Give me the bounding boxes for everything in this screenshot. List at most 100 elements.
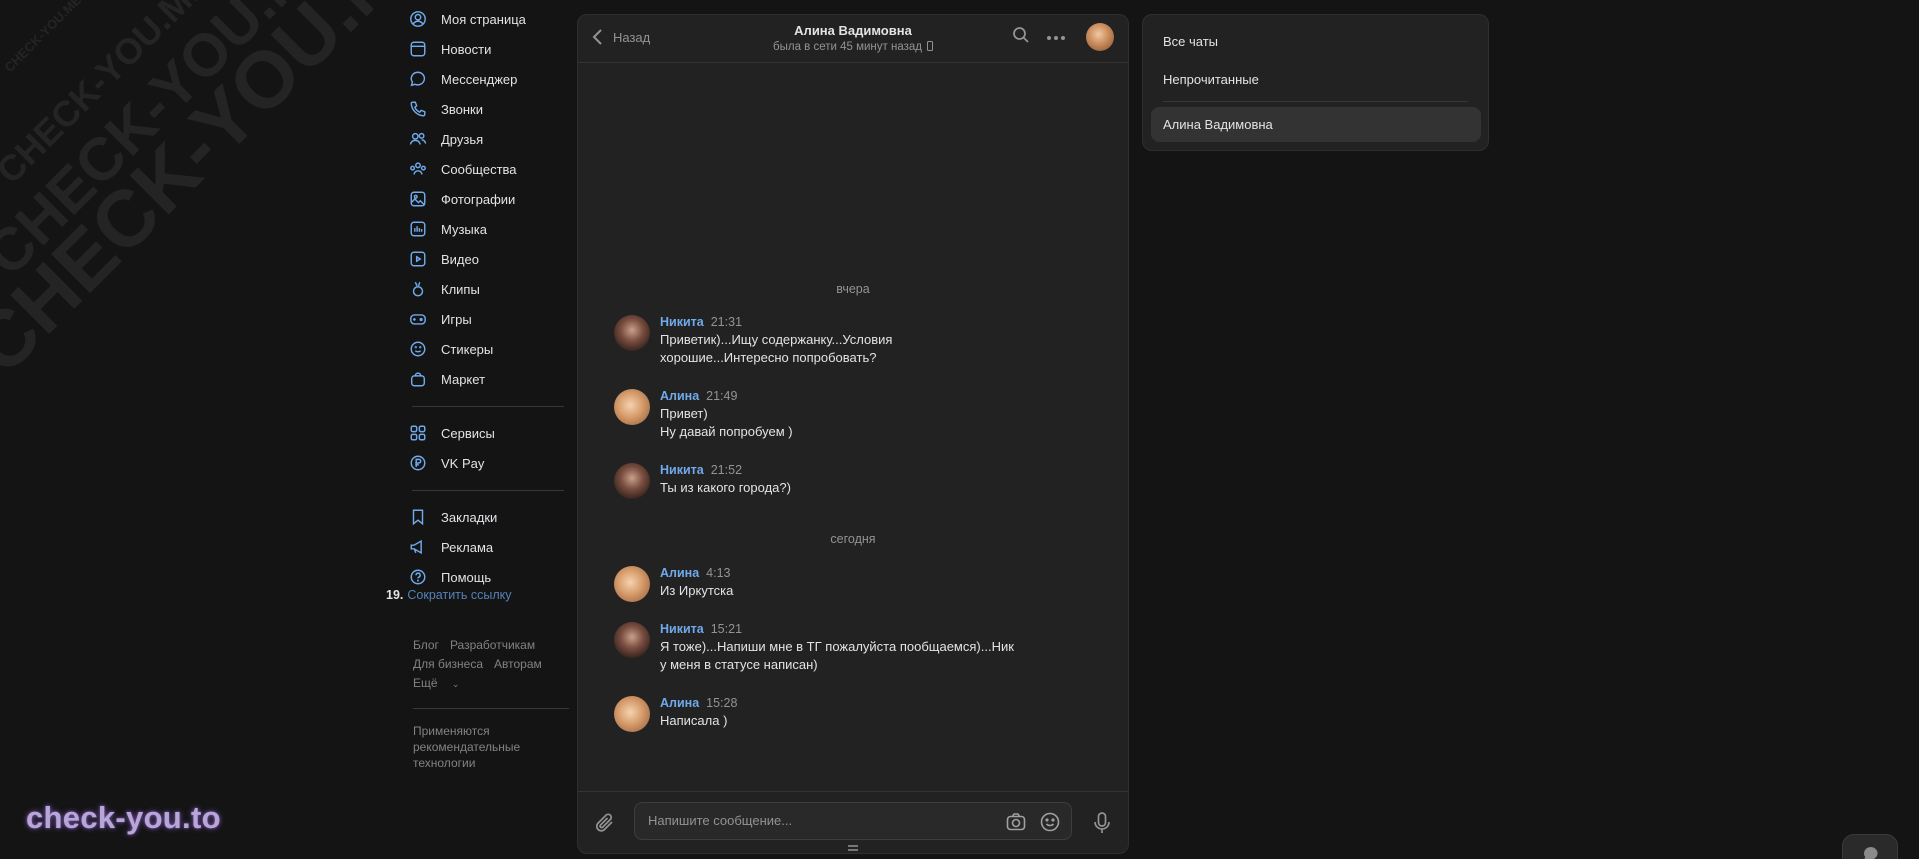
avatar[interactable] (614, 463, 650, 499)
friends-icon (408, 129, 428, 149)
message-time: 21:52 (710, 463, 743, 477)
sidebar-item-stickers[interactable]: Стикеры (408, 334, 568, 364)
avatar[interactable] (614, 622, 650, 658)
message-author[interactable]: Алина (660, 389, 699, 403)
avatar[interactable] (614, 315, 650, 351)
watermark-text: CHECK-YOU.ME (0, 0, 217, 192)
folder-current-chat[interactable]: Алина Вадимовна (1163, 117, 1273, 132)
sidebar-item-music[interactable]: Музыка (408, 214, 568, 244)
avatar[interactable] (614, 696, 650, 732)
footer-link-business[interactable]: Для бизнеса (413, 657, 483, 671)
sidebar-item-label: Моя страница (441, 11, 526, 27)
sidebar-item-communities[interactable]: Сообщества (408, 154, 568, 184)
more-icon[interactable] (1046, 28, 1066, 46)
message-text: Написала ) (660, 713, 728, 728)
day-separator: вчера (836, 282, 870, 296)
watermark-brand: check-you.to (26, 800, 221, 835)
message-author[interactable]: Никита (660, 463, 704, 477)
divider (413, 708, 569, 709)
message-input-box (634, 802, 1072, 840)
footer-more-label: Ещё (413, 676, 438, 690)
footer-link-more[interactable]: Ещё ⌄ (413, 676, 470, 690)
camera-icon[interactable] (1005, 811, 1027, 838)
left-sidebar: Моя страница Новости Мессенджер Звонки Д… (408, 4, 568, 592)
sidebar-item-messenger[interactable]: Мессенджер (408, 64, 568, 94)
sidebar-item-video[interactable]: Видео (408, 244, 568, 274)
sidebar-item-vkpay[interactable]: VK Pay (408, 448, 568, 478)
folder-all-chats[interactable]: Все чаты (1163, 34, 1218, 49)
sidebar-item-calls[interactable]: Звонки (408, 94, 568, 124)
sidebar-item-label: Маркет (441, 371, 486, 387)
message-item: Никита 21:31 Приветик)...Ищу содержанку..… (614, 315, 1020, 367)
footer-link-developers[interactable]: Разработчикам (450, 638, 535, 652)
sidebar-item-services[interactable]: Сервисы (408, 418, 568, 448)
vkpay-icon (408, 453, 428, 473)
sidebar-item-label: VK Pay (441, 455, 485, 471)
footer-link-authors[interactable]: Авторам (494, 657, 542, 671)
message-author[interactable]: Никита (660, 315, 704, 329)
emoji-icon[interactable] (1039, 811, 1061, 838)
footer-link-blog[interactable]: Блог (413, 638, 439, 652)
avatar[interactable] (614, 389, 650, 425)
short-link-link[interactable]: Сократить ссылку (407, 588, 511, 602)
sidebar-item-news[interactable]: Новости (408, 34, 568, 64)
sidebar-item-my-page[interactable]: Моя страница (408, 4, 568, 34)
avatar[interactable] (614, 566, 650, 602)
sidebar-item-label: Музыка (441, 221, 487, 237)
message-item: Никита 15:21 Я тоже)...Напиши мне в ТГ по… (614, 622, 1020, 674)
sidebar-item-label: Стикеры (441, 341, 494, 357)
search-icon[interactable] (1012, 26, 1030, 49)
sidebar-item-friends[interactable]: Друзья (408, 124, 568, 154)
resize-handle[interactable] (848, 845, 858, 851)
sidebar-item-label: Сообщества (441, 161, 517, 177)
microphone-icon[interactable] (1092, 811, 1112, 840)
news-icon (408, 39, 428, 59)
message-author[interactable]: Алина (660, 696, 699, 710)
message-item: Алина 15:28 Написала ) (614, 696, 1020, 732)
peer-avatar[interactable] (1086, 23, 1114, 51)
input-actions (993, 811, 1061, 838)
sidebar-item-games[interactable]: Игры (408, 304, 568, 334)
sidebar-item-label: Мессенджер (441, 71, 518, 87)
paperclip-icon[interactable] (594, 811, 616, 840)
folder-unread[interactable]: Непрочитанные (1163, 72, 1259, 87)
bookmark-icon (408, 507, 428, 527)
message-item: Алина 21:49 Привет) Ну давай попробуем ) (614, 389, 1020, 441)
message-time: 4:13 (706, 566, 731, 580)
sidebar-item-ads[interactable]: Реклама (408, 532, 568, 562)
message-icon (408, 69, 428, 89)
sidebar-item-clips[interactable]: Клипы (408, 274, 568, 304)
message-time: 15:28 (706, 696, 738, 710)
short-link-number: 19. (386, 588, 404, 602)
chat-panel: Назад Алина Вадимовна была в сети 45 мин… (577, 14, 1129, 854)
music-icon (408, 219, 428, 239)
chat-bubble-button[interactable] (1842, 834, 1898, 859)
message-text: Я тоже)...Напиши мне в ТГ пожалуйста поо… (660, 639, 1014, 672)
phone-icon (408, 99, 428, 119)
smile-icon (408, 339, 428, 359)
help-icon (408, 567, 428, 587)
message-text: Ты из какого города?) (660, 480, 791, 495)
video-icon (408, 249, 428, 269)
message-time: 21:49 (706, 389, 738, 403)
sidebar-item-bookmarks[interactable]: Закладки (408, 502, 568, 532)
mobile-icon (926, 41, 933, 51)
sidebar-item-photos[interactable]: Фотографии (408, 184, 568, 214)
message-composer (578, 791, 1128, 853)
sidebar-item-label: Закладки (441, 509, 498, 525)
sidebar-item-label: Новости (441, 41, 492, 57)
footer-note: Применяются рекомендательные технологии (413, 724, 521, 770)
footer-links: Блог Разработчикам Для бизнеса Авторам Ещё… (413, 636, 563, 694)
sidebar-item-market[interactable]: Маркет (408, 364, 568, 394)
sidebar-item-label: Видео (441, 251, 479, 267)
message-author[interactable]: Никита (660, 622, 704, 636)
sidebar-item-label: Игры (441, 311, 472, 327)
user-circle-icon (408, 9, 428, 29)
gamepad-icon (408, 309, 428, 329)
message-time: 21:31 (710, 315, 743, 329)
sidebar-item-label: Фотографии (441, 191, 516, 207)
peer-status-text: была в сети 45 минут назад (773, 41, 922, 53)
watermark-text: CHECK-YOU.ME (0, 0, 460, 391)
message-input[interactable] (648, 813, 978, 828)
message-author[interactable]: Алина (660, 566, 699, 580)
